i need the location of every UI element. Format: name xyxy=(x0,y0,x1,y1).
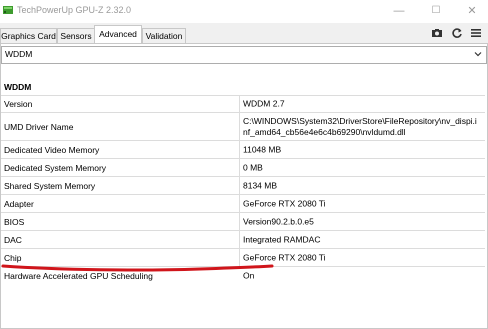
property-row: Dedicated Video Memory 11048 MB xyxy=(1,141,485,159)
property-label: Shared System Memory xyxy=(4,180,96,191)
property-row: UMD Driver Name C:\WINDOWS\System32\Driv… xyxy=(1,113,485,141)
gpuz-app-icon xyxy=(3,6,13,14)
category-dropdown-value: WDDM xyxy=(5,49,33,59)
property-label: Dedicated System Memory xyxy=(4,162,107,173)
menu-icon[interactable] xyxy=(470,27,482,39)
property-row: DAC Integrated RAMDAC xyxy=(1,231,485,249)
tab-validation[interactable]: Validation xyxy=(142,28,186,43)
property-row: Hardware Accelerated GPU Scheduling On xyxy=(1,267,485,284)
property-label: Hardware Accelerated GPU Scheduling xyxy=(4,270,153,281)
property-value: On xyxy=(243,270,255,280)
property-row: Dedicated System Memory 0 MB xyxy=(1,159,485,177)
property-value: 11048 MB xyxy=(243,144,282,154)
property-value: Integrated RAMDAC xyxy=(243,234,321,244)
tab-graphics-card[interactable]: Graphics Card xyxy=(0,28,57,43)
maximize-button[interactable]: ☐ xyxy=(425,3,447,19)
window-title: TechPowerUp GPU-Z 2.32.0 xyxy=(17,5,132,15)
tab-advanced[interactable]: Advanced xyxy=(94,25,142,43)
property-label: Chip xyxy=(4,252,22,263)
title-bar: TechPowerUp GPU-Z 2.32.0 — ☐ ✕ xyxy=(0,0,488,23)
refresh-icon[interactable] xyxy=(451,27,463,39)
property-value: 0 MB xyxy=(243,162,263,172)
property-value: GeForce RTX 2080 Ti xyxy=(243,252,326,262)
property-label: UMD Driver Name xyxy=(4,121,74,132)
property-value: 8134 MB xyxy=(243,180,278,190)
property-row: Version WDDM 2.7 xyxy=(1,96,485,113)
tab-sensors[interactable]: Sensors xyxy=(57,28,95,43)
property-label: DAC xyxy=(4,234,22,245)
property-row: Shared System Memory 8134 MB xyxy=(1,177,485,195)
property-value: WDDM 2.7 xyxy=(243,98,285,109)
section-header-wddm: WDDM xyxy=(1,80,485,96)
camera-icon[interactable] xyxy=(431,27,443,39)
chevron-down-icon xyxy=(474,52,482,57)
category-dropdown[interactable]: WDDM xyxy=(1,46,487,64)
property-row: BIOS Version90.2.b.0.e5 xyxy=(1,213,485,231)
tab-bar: Graphics Card Sensors Advanced Validatio… xyxy=(0,25,488,43)
property-label: Dedicated Video Memory xyxy=(4,144,100,155)
property-value: C:\WINDOWS\System32\DriverStore\FileRepo… xyxy=(243,115,477,137)
property-value: GeForce RTX 2080 Ti xyxy=(243,198,326,208)
property-grid: WDDM Version WDDM 2.7 UMD Driver Name C:… xyxy=(1,80,485,284)
close-button[interactable]: ✕ xyxy=(461,3,483,19)
property-label: Adapter xyxy=(4,198,34,209)
property-label: Version xyxy=(4,99,33,109)
property-value: Version90.2.b.0.e5 xyxy=(243,216,314,226)
property-label: BIOS xyxy=(4,216,25,227)
minimize-button[interactable]: — xyxy=(388,3,410,19)
property-row: Adapter GeForce RTX 2080 Ti xyxy=(1,195,485,213)
property-row: Chip GeForce RTX 2080 Ti xyxy=(1,249,485,267)
